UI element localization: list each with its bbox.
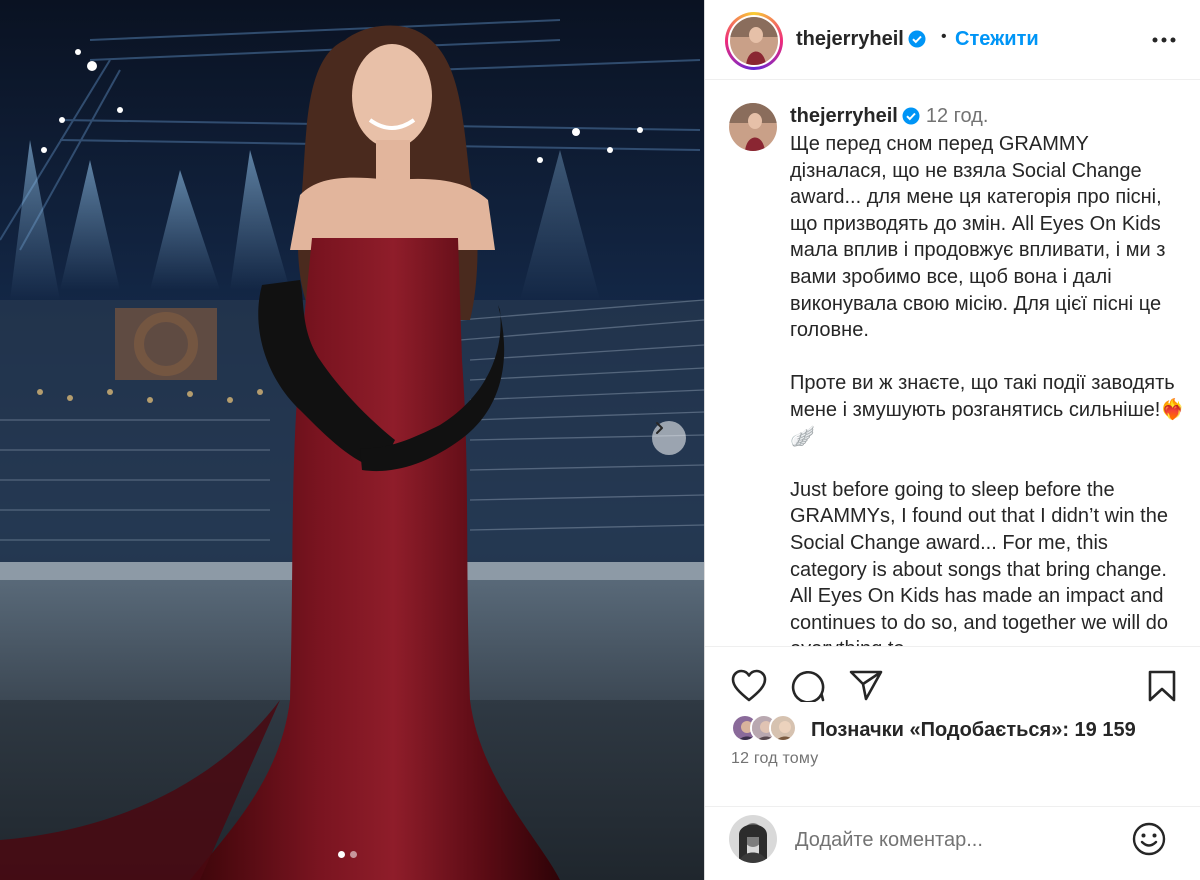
more-options-icon (1152, 37, 1176, 43)
post-media[interactable] (0, 0, 704, 880)
caption-area[interactable]: thejerryheil 12 год. Ще перед сном перед … (705, 81, 1200, 646)
avatar (730, 17, 778, 65)
liker-avatars[interactable] (731, 714, 797, 742)
avatar (769, 714, 797, 742)
send-icon[interactable] (849, 669, 883, 701)
post-photo (0, 0, 704, 880)
current-user-avatar (729, 815, 777, 863)
carousel-dot (350, 851, 357, 858)
more-options-button[interactable] (1149, 26, 1179, 54)
follow-button[interactable]: Стежити (955, 28, 1039, 51)
carousel-next-button[interactable] (652, 421, 686, 455)
comment-bar (705, 806, 1200, 880)
likes-count[interactable]: Позначки «Подобається»: 19 159 (811, 719, 1136, 742)
comment-input[interactable] (795, 827, 1125, 853)
caption-timestamp[interactable]: 12 год. (926, 105, 989, 127)
comment-icon[interactable] (791, 668, 825, 702)
bookmark-icon[interactable] (1147, 669, 1177, 703)
carousel-dot-active (338, 851, 345, 858)
caption-avatar[interactable] (729, 103, 777, 151)
header-separator: • (941, 28, 947, 45)
post-sidebar: thejerryheil • Стежити thejerryheil 12 го… (704, 0, 1200, 880)
heart-icon[interactable] (731, 669, 767, 703)
post-time-ago[interactable]: 12 год тому (731, 750, 818, 768)
avatar (729, 815, 777, 863)
story-avatar[interactable] (725, 12, 783, 70)
avatar (729, 103, 777, 151)
verified-badge-icon (908, 30, 926, 48)
carousel-dots (338, 851, 357, 858)
caption-text: Ще перед сном перед GRAMMY дізналася, що… (790, 133, 1186, 646)
caption-username[interactable]: thejerryheil (790, 105, 898, 127)
header-username[interactable]: thejerryheil (796, 28, 926, 51)
caption-header: thejerryheil 12 год. (790, 105, 988, 128)
emoji-icon[interactable] (1131, 821, 1167, 857)
post-header: thejerryheil • Стежити (705, 0, 1200, 80)
username-text[interactable]: thejerryheil (796, 28, 904, 50)
chevron-right-icon (656, 422, 663, 434)
verified-badge-icon (902, 107, 920, 125)
